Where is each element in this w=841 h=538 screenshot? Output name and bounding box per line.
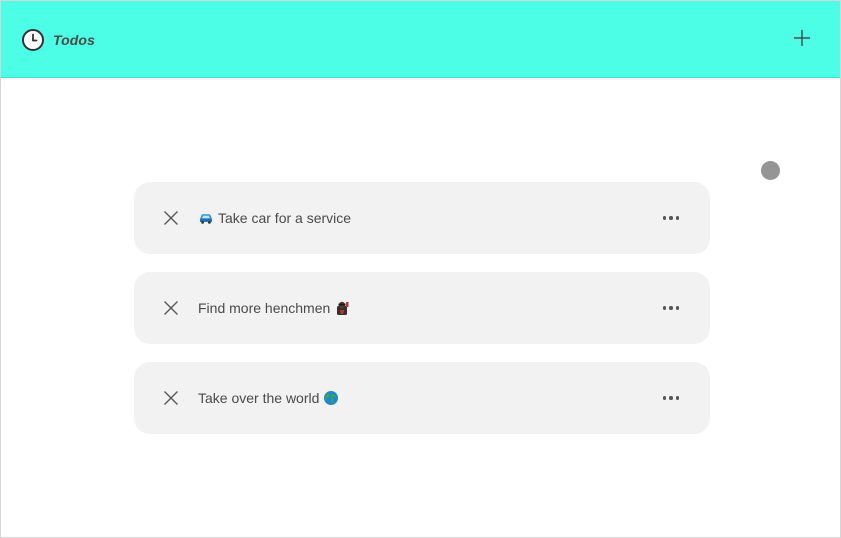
todo-text: Find more henchmen <box>198 300 659 316</box>
dot <box>675 396 680 400</box>
todo-label: Take over the world <box>198 390 320 406</box>
globe-icon <box>324 391 339 405</box>
dot <box>675 306 680 310</box>
close-icon <box>164 211 178 225</box>
plus-icon <box>794 30 810 46</box>
page-title: Todos <box>53 32 95 48</box>
dot <box>669 216 673 220</box>
clock-icon <box>22 29 44 51</box>
todo-text: Take car for a service <box>198 210 659 226</box>
todo-item: Find more henchmen <box>134 272 710 344</box>
dot <box>675 216 680 220</box>
app-header: Todos <box>1 1 840 78</box>
henchman-icon <box>337 301 349 315</box>
brand: Todos <box>21 28 95 52</box>
more-options-button[interactable] <box>659 210 683 226</box>
todo-item: Take car for a service <box>134 182 710 254</box>
remove-todo-button[interactable] <box>162 209 180 227</box>
todo-label: Take car for a service <box>218 210 352 226</box>
status-indicator <box>761 161 780 180</box>
more-options-button[interactable] <box>659 300 683 316</box>
remove-todo-button[interactable] <box>162 299 180 317</box>
close-icon <box>164 301 178 315</box>
dot <box>662 396 667 400</box>
todo-item: Take over the world <box>134 362 710 434</box>
dot <box>669 306 673 310</box>
more-options-button[interactable] <box>659 390 683 406</box>
dot <box>662 306 667 310</box>
dot <box>662 216 667 220</box>
close-icon <box>164 391 178 405</box>
todo-label: Find more henchmen <box>198 300 331 316</box>
todo-text: Take over the world <box>198 390 659 406</box>
car-icon <box>200 214 212 224</box>
remove-todo-button[interactable] <box>162 389 180 407</box>
todo-app: Todos Take car for a service Find more h… <box>0 0 841 538</box>
todo-list: Take car for a service Find more henchme… <box>134 182 710 452</box>
dot <box>669 396 673 400</box>
add-todo-button[interactable] <box>790 26 814 50</box>
